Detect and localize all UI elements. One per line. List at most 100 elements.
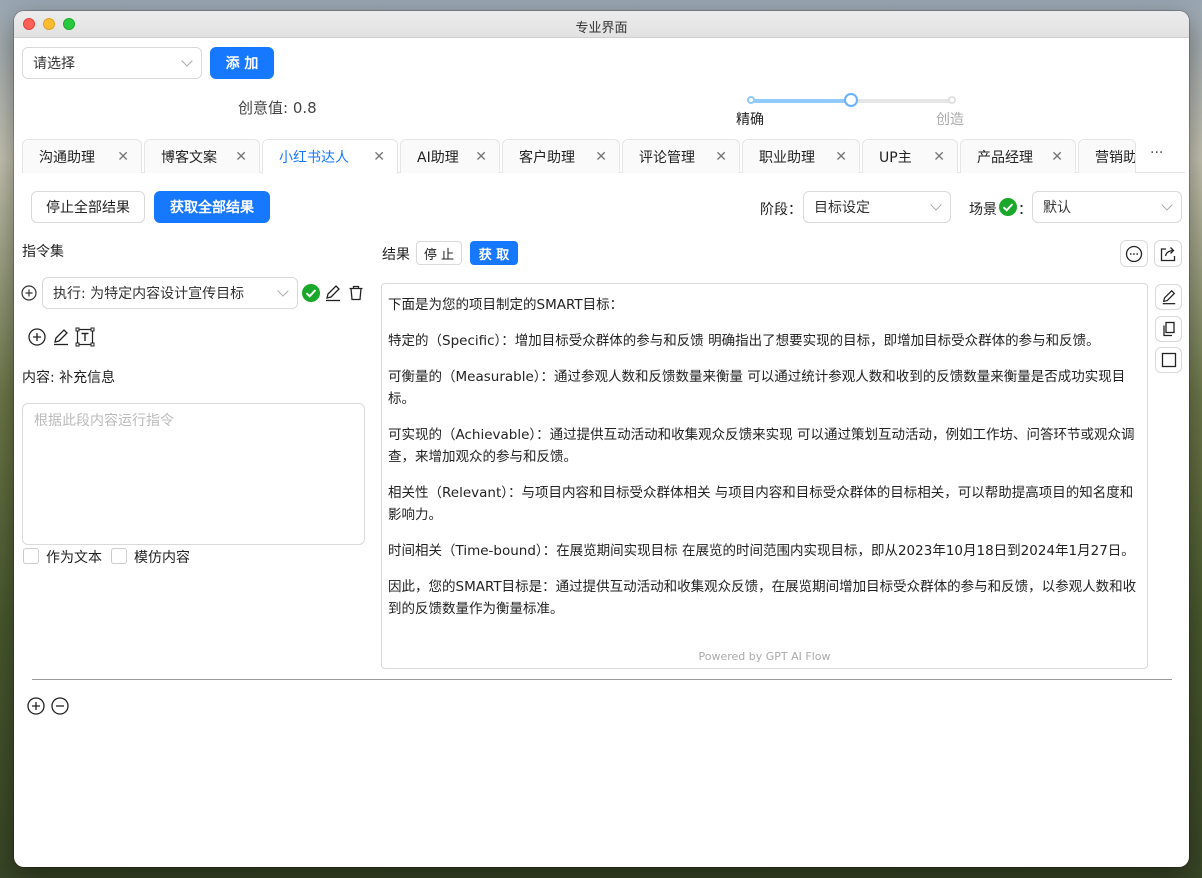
tab-0[interactable]: 沟通助理 ✕ [22, 139, 142, 173]
slider-handle[interactable] [844, 93, 858, 107]
tab-label: AI助理 [417, 149, 459, 166]
creativity-slider[interactable] [747, 93, 956, 107]
title-bar: 专业界面 [14, 11, 1189, 38]
result-paragraph: 相关性（Relevant）：与项目内容和目标受众群体相关 与项目内容和目标受众群… [388, 485, 1134, 523]
add-button[interactable]: 添 加 [210, 47, 274, 79]
close-icon[interactable]: ✕ [117, 149, 129, 165]
delete-icon[interactable] [347, 284, 365, 302]
tab-label: 评论管理 [639, 149, 695, 166]
tab-label: 客户助理 [519, 149, 575, 166]
result-paragraph: 可实现的（Achievable）：通过提供互动活动和收集观众反馈来实现 可以通过… [388, 427, 1135, 465]
tab-7[interactable]: UP主 ✕ [862, 139, 958, 173]
close-icon[interactable]: ✕ [235, 149, 247, 165]
get-all-button[interactable]: 获取全部结果 [154, 191, 270, 223]
close-icon[interactable]: ✕ [835, 149, 847, 165]
as-text-label: 作为文本 [46, 550, 102, 566]
result-get-button[interactable]: 获 取 [470, 241, 518, 265]
chevron-down-icon [277, 285, 289, 297]
chevron-down-icon [930, 199, 942, 211]
result-paragraph: 因此，您的SMART目标是：通过提供互动活动和收集观众反馈，在展览期间增加目标受… [388, 579, 1137, 617]
tab-label: 产品经理 [977, 149, 1033, 166]
window-title: 专业界面 [575, 21, 628, 36]
edit-result-button[interactable] [1155, 284, 1182, 310]
exec-instruction-value: 执行: 为特定内容设计宣传目标 [53, 286, 245, 302]
close-icon[interactable]: ✕ [475, 149, 487, 165]
tab-8[interactable]: 产品经理 ✕ [960, 139, 1076, 173]
tab-4[interactable]: 客户助理 ✕ [502, 139, 620, 173]
scene-select-value: 默认 [1043, 200, 1071, 216]
tab-3[interactable]: AI助理 ✕ [400, 139, 500, 173]
edit-icon [1162, 289, 1175, 305]
result-paragraph: 可衡量的（Measurable）：通过参观人数和反馈数量来衡量 可以通过统计参观… [388, 369, 1126, 407]
chat-bubble-icon [1125, 245, 1143, 262]
tab-9[interactable]: 营销助 [1078, 139, 1136, 173]
edit-icon[interactable] [324, 284, 342, 302]
result-paragraph: 时间相关（Time-bound）：在展览期间实现目标 在展览的时间范围内实现目标… [388, 543, 1135, 559]
result-content: 下面是为您的项目制定的SMART目标： 特定的（Specific）：增加目标受众… [381, 283, 1148, 669]
model-select-value: 请选择 [33, 56, 75, 72]
add-circle-icon[interactable] [28, 328, 46, 346]
slider-label-creative: 创造 [936, 112, 964, 128]
tab-label: 博客文案 [161, 149, 217, 166]
share-button[interactable] [1154, 240, 1182, 267]
edit-icon[interactable] [52, 328, 70, 346]
result-stop-button[interactable]: 停 止 [416, 241, 462, 265]
more-tabs-icon[interactable]: ··· [1150, 145, 1163, 161]
imitate-checkbox[interactable] [111, 548, 127, 564]
result-paragraph: 下面是为您的项目制定的SMART目标： [388, 297, 624, 313]
fullscreen-result-button[interactable] [1155, 347, 1182, 373]
section-divider [32, 679, 1172, 680]
app-window: 专业界面 请选择 添 加 创意值: 0.8 精确 创造 沟通助理 ✕ 博客文案 ✕ … [14, 11, 1189, 867]
remove-section-icon[interactable] [51, 697, 69, 715]
close-icon[interactable]: ✕ [715, 149, 727, 165]
check-circle-icon [999, 198, 1017, 216]
close-icon[interactable]: ✕ [373, 149, 385, 165]
tab-1[interactable]: 博客文案 ✕ [144, 139, 260, 173]
text-box-icon[interactable] [75, 327, 95, 347]
tab-label: 职业助理 [759, 149, 815, 166]
chevron-down-icon [1161, 199, 1173, 211]
as-text-checkbox[interactable] [23, 548, 39, 564]
slider-fill [749, 99, 851, 103]
tab-label: 营销助 [1095, 149, 1136, 166]
scene-label: 场景 [969, 202, 997, 218]
powered-by-footer: Powered by GPT AI Flow [698, 650, 831, 663]
chevron-down-icon [181, 55, 193, 67]
result-paragraph: 特定的（Specific）：增加目标受众群体的参与和反馈 明确指出了想要实现的目… [388, 333, 1100, 349]
content-label: 内容: 补充信息 [22, 370, 116, 386]
add-section-icon[interactable] [27, 697, 45, 715]
tab-5[interactable]: 评论管理 ✕ [622, 139, 740, 173]
share-icon [1160, 246, 1176, 261]
chat-bubble-button[interactable] [1120, 240, 1148, 267]
stop-all-button[interactable]: 停止全部结果 [31, 191, 145, 223]
slider-label-precise: 精确 [736, 112, 764, 128]
result-label: 结果 [382, 247, 410, 263]
close-icon[interactable]: ✕ [933, 149, 945, 165]
scene-colon: ： [1018, 202, 1032, 218]
stage-label: 阶段： [760, 202, 802, 218]
creativity-label: 创意值: 0.8 [238, 99, 317, 117]
stage-select[interactable]: 目标设定 [803, 191, 951, 223]
close-icon[interactable]: ✕ [1051, 149, 1063, 165]
imitate-label: 模仿内容 [134, 550, 190, 566]
instructions-title: 指令集 [22, 244, 64, 260]
model-select[interactable]: 请选择 [22, 47, 202, 79]
tab-label: UP主 [879, 149, 912, 166]
slider-end-dot [948, 96, 956, 104]
exec-instruction-select[interactable]: 执行: 为特定内容设计宣传目标 [42, 277, 298, 309]
copy-icon [1162, 321, 1175, 337]
copy-result-button[interactable] [1155, 316, 1182, 342]
check-circle-icon [302, 284, 320, 302]
close-icon[interactable]: ✕ [595, 149, 607, 165]
textarea-placeholder: 根据此段内容运行指令 [34, 413, 174, 429]
scene-select[interactable]: 默认 [1032, 191, 1182, 223]
square-icon [1161, 352, 1176, 368]
tab-6[interactable]: 职业助理 ✕ [742, 139, 860, 173]
content-textarea[interactable]: 根据此段内容运行指令 [22, 403, 365, 545]
tab-2[interactable]: 小红书达人 ✕ [262, 139, 398, 174]
tab-label: 沟通助理 [39, 149, 95, 166]
stage-select-value: 目标设定 [814, 200, 870, 216]
add-circle-icon[interactable] [21, 285, 37, 301]
slider-start-dot [747, 96, 755, 104]
assistant-tabs: 沟通助理 ✕ 博客文案 ✕ 小红书达人 ✕ AI助理 ✕ 客户助理 ✕ 评论管理 ✕ 职业助… [22, 139, 1185, 174]
